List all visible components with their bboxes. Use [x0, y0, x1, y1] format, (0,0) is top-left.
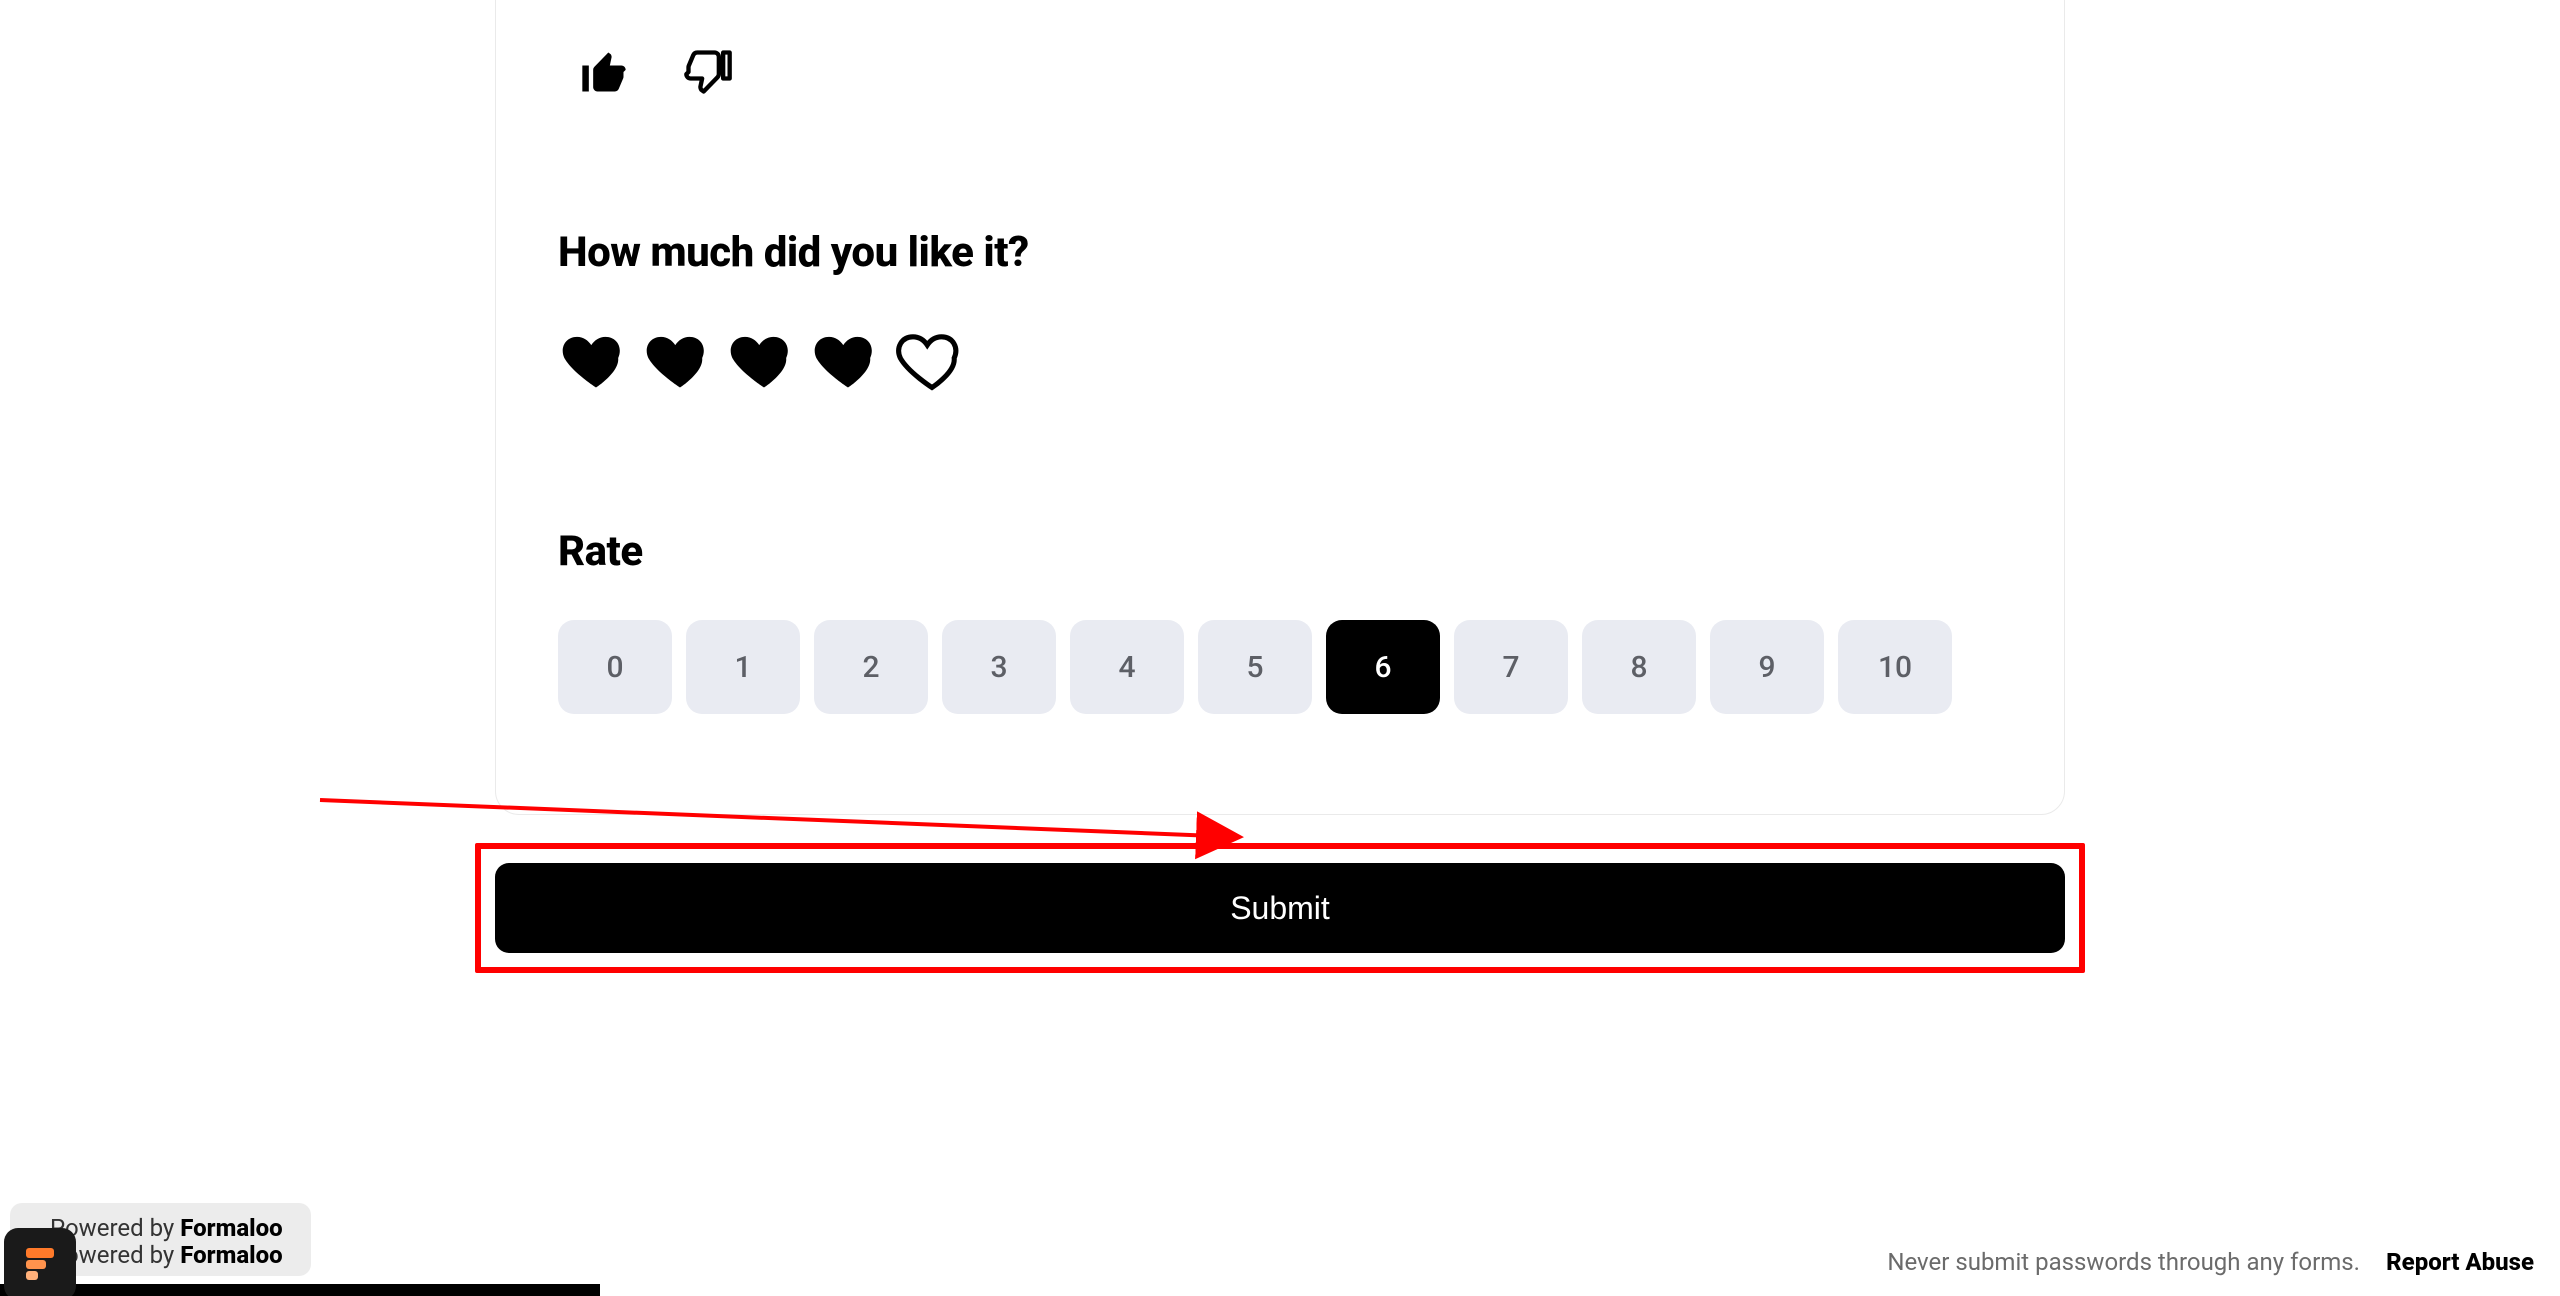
rate-option-3[interactable]: 3	[942, 620, 1056, 714]
heart-filled-icon[interactable]	[726, 321, 802, 397]
form-card: Like How much did you like it? Rate 0123…	[495, 0, 2065, 815]
heart-outline-icon[interactable]	[894, 321, 970, 397]
rate-option-8[interactable]: 8	[1582, 620, 1696, 714]
progress-bar-segment	[0, 1284, 600, 1296]
like-icons-row	[558, 46, 2002, 98]
hearts-row	[558, 321, 2002, 397]
powered-by-line-1: Powered by Formaloo	[50, 1215, 283, 1243]
thumbs-down-icon[interactable]	[682, 46, 734, 98]
powered-brand-2: Formaloo	[180, 1241, 282, 1269]
rate-option-6[interactable]: 6	[1326, 620, 1440, 714]
formaloo-logo-icon	[4, 1228, 76, 1296]
rate-option-10[interactable]: 10	[1838, 620, 1952, 714]
rate-heading: Rate	[558, 527, 2002, 576]
rate-option-4[interactable]: 4	[1070, 620, 1184, 714]
heart-filled-icon[interactable]	[558, 321, 634, 397]
powered-brand: Formaloo	[180, 1214, 282, 1242]
rate-option-9[interactable]: 9	[1710, 620, 1824, 714]
submit-button[interactable]: Submit	[495, 863, 2065, 953]
thumbs-up-icon[interactable]	[578, 46, 630, 98]
rate-option-7[interactable]: 7	[1454, 620, 1568, 714]
form-container: Like How much did you like it? Rate 0123…	[495, 0, 2065, 953]
rate-row: 012345678910	[558, 620, 2002, 714]
rate-option-1[interactable]: 1	[686, 620, 800, 714]
report-abuse-link[interactable]: Report Abuse	[2386, 1248, 2534, 1276]
powered-by-line-2: Powered by Formaloo	[50, 1242, 283, 1270]
rate-option-0[interactable]: 0	[558, 620, 672, 714]
powered-by-badge[interactable]: Powered by Formaloo Powered by Formaloo	[10, 1203, 311, 1276]
password-warning-text: Never submit passwords through any forms…	[1887, 1248, 2360, 1276]
heart-filled-icon[interactable]	[810, 321, 886, 397]
hearts-heading: How much did you like it?	[558, 228, 2002, 277]
rate-option-5[interactable]: 5	[1198, 620, 1312, 714]
rate-option-2[interactable]: 2	[814, 620, 928, 714]
submit-label: Submit	[1230, 890, 1330, 927]
heart-filled-icon[interactable]	[642, 321, 718, 397]
